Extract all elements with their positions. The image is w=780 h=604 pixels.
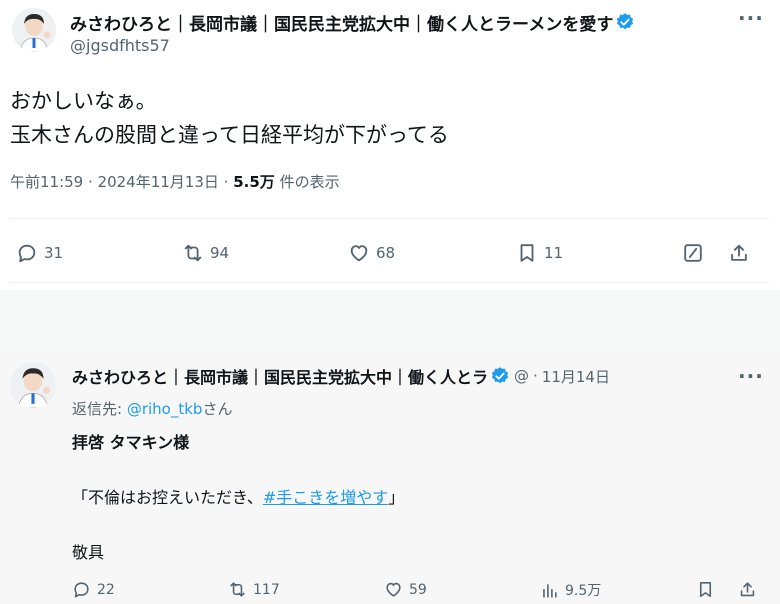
- bookmark-icon: [520, 244, 534, 262]
- bookmark-count: 11: [544, 244, 564, 262]
- action-bar: 31 94 68 11: [0, 236, 780, 270]
- tweet-text-line: 玉木さんの股間と違って日経平均が下がってる: [10, 123, 449, 147]
- verified-badge-icon: [491, 367, 509, 384]
- share-button[interactable]: [728, 242, 750, 264]
- retweet-count: 117: [253, 581, 280, 598]
- tweet-date[interactable]: 2024年11月13日: [98, 173, 219, 191]
- reply-prefix: 返信先:: [72, 400, 127, 418]
- quote-open-text: 「不倫はお控えいただき、: [72, 488, 263, 507]
- tweet-text-line: 敬具: [72, 543, 105, 562]
- tweet-date[interactable]: 11月14日: [542, 366, 610, 387]
- bookmark-button[interactable]: 11: [516, 242, 563, 264]
- grok-button[interactable]: [682, 242, 704, 264]
- author-name-row: みさわひろと｜長岡市議｜国民民主党拡大中｜働く人とラーメンを愛す: [70, 10, 730, 34]
- bookmark-icon: [699, 581, 712, 598]
- views-button[interactable]: 9.5万: [540, 580, 601, 600]
- main-tweet: みさわひろと｜長岡市議｜国民民主党拡大中｜働く人とラーメンを愛す ··· @jg…: [0, 0, 780, 290]
- views-label: 件の表示: [279, 173, 340, 191]
- author-display-name[interactable]: みさわひろと｜長岡市議｜国民民主党拡大中｜働く人とラーメンを愛す: [70, 10, 613, 35]
- share-icon: [740, 582, 755, 597]
- author-handle[interactable]: @: [514, 367, 529, 385]
- divider: [10, 282, 770, 283]
- reply-icon: [74, 582, 89, 598]
- hashtag-link[interactable]: #手こきを増やす: [263, 488, 388, 507]
- thread-separator: [0, 290, 780, 350]
- views-count: 9.5万: [565, 583, 602, 599]
- share-icon: [731, 244, 747, 261]
- tweet-text: おかしいなぁ。 玉木さんの股間と違って日経平均が下がってる: [10, 84, 449, 152]
- reply-handle-link[interactable]: @riho_tkb: [127, 400, 203, 418]
- analytics-icon: [543, 583, 557, 598]
- retweet-button[interactable]: 94: [182, 242, 229, 264]
- reply-button[interactable]: 22: [72, 580, 115, 599]
- reply-tweet: みさわひろと｜長岡市議｜国民民主党拡大中｜働く人とラ @ · 11月14日 ··…: [0, 350, 780, 604]
- action-bar: 22 117 59 9.5万: [0, 578, 780, 604]
- like-count: 68: [376, 244, 396, 262]
- avatar[interactable]: [12, 8, 56, 52]
- verified-badge-icon: [617, 13, 634, 30]
- reply-icon: [18, 244, 36, 263]
- avatar[interactable]: [10, 362, 56, 408]
- tweet-time[interactable]: 午前11:59: [10, 173, 83, 191]
- bookmark-button[interactable]: [696, 580, 715, 599]
- more-options-icon[interactable]: ···: [738, 6, 764, 30]
- tweet-meta: 午前11:59 · 2024年11月13日 · 5.5万 件の表示: [10, 173, 340, 191]
- author-name-row: みさわひろと｜長岡市議｜国民民主党拡大中｜働く人とラ @ · 11月14日: [72, 364, 722, 388]
- author-display-name[interactable]: みさわひろと｜長岡市議｜国民民主党拡大中｜働く人とラ: [72, 364, 488, 388]
- tweet-text-line: 「不倫はお控えいただき、#手こきを増やす」: [72, 484, 404, 508]
- replying-to: 返信先: @riho_tkbさん: [72, 398, 232, 419]
- tweet-text-line: おかしいなぁ。: [10, 89, 157, 113]
- retweet-icon: [184, 244, 202, 262]
- retweet-icon: [230, 582, 245, 597]
- reply-suffix: さん: [202, 400, 233, 418]
- heart-icon: [386, 582, 401, 597]
- reply-button[interactable]: 31: [16, 242, 63, 264]
- divider: [10, 218, 770, 219]
- tweet-text-line: 拝啓 タマキン様: [72, 433, 190, 452]
- like-button[interactable]: 59: [384, 580, 427, 599]
- views-count: 5.5万: [233, 173, 275, 191]
- grok-icon: [684, 244, 702, 262]
- retweet-count: 94: [210, 244, 230, 262]
- quote-close-text: 」: [388, 488, 405, 507]
- like-button[interactable]: 68: [348, 242, 395, 264]
- avatar-illustration: [12, 8, 56, 52]
- heart-icon: [350, 245, 368, 262]
- share-button[interactable]: [738, 580, 757, 599]
- like-count: 59: [409, 581, 427, 598]
- author-handle[interactable]: @jgsdfhts57: [70, 36, 170, 55]
- more-options-icon[interactable]: ···: [738, 364, 764, 388]
- separator-dot: ·: [533, 367, 538, 385]
- reply-count: 31: [44, 244, 64, 262]
- retweet-button[interactable]: 117: [228, 580, 280, 599]
- avatar-illustration: [10, 362, 56, 408]
- reply-count: 22: [97, 581, 115, 598]
